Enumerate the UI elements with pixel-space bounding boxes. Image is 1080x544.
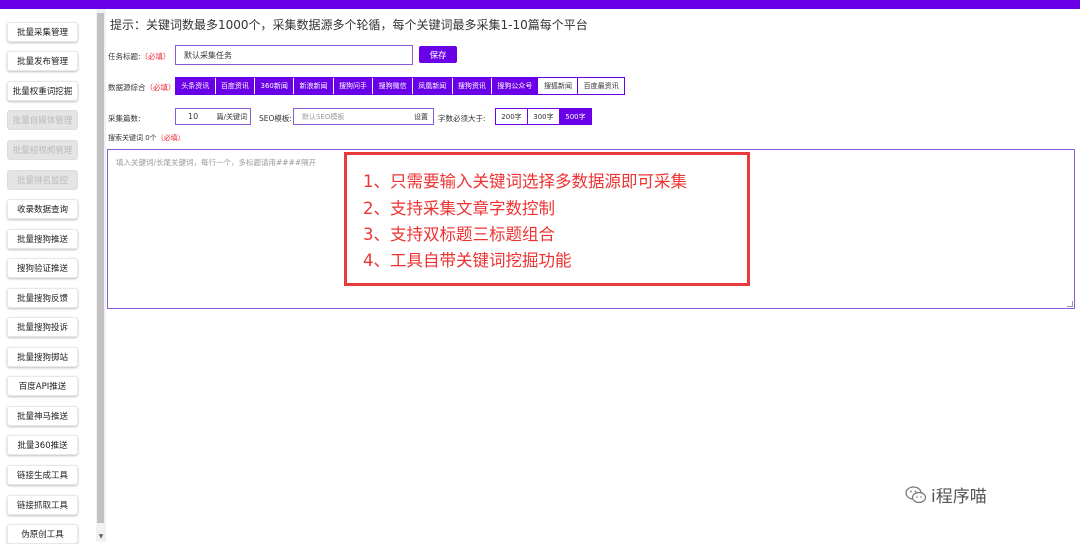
- callout-line-3: 3、支持双标题三标题组合: [363, 225, 555, 244]
- source-ifeng[interactable]: 凤凰新闻: [412, 78, 453, 94]
- source-sogou-news[interactable]: 搜狗资讯: [452, 78, 493, 94]
- word-count-group: 200字 300字 500字: [495, 108, 592, 125]
- collect-count-value: 10: [188, 112, 199, 121]
- sidebar-item-batch-publish[interactable]: 批量发布管理: [7, 51, 78, 71]
- sidebar-item-sogou-site[interactable]: 批量搜狗掷站: [7, 347, 78, 367]
- word-count-200[interactable]: 200字: [496, 109, 528, 124]
- collect-count-label: 采集篇数:: [108, 114, 141, 123]
- sidebar-item-sogou-feedback[interactable]: 批量搜狗反馈: [7, 288, 78, 308]
- callout-line-1: 1、只需要输入关键词选择多数据源即可采集: [363, 172, 687, 191]
- sidebar-item-sogou-complaint[interactable]: 批量搜狗投诉: [7, 317, 78, 337]
- tip-text: 提示：关键词数最多1000个，采集数据源多个轮循，每个关键词最多采集1-10篇每…: [110, 18, 588, 32]
- main-panel: 提示：关键词数最多1000个，采集数据源多个轮循，每个关键词最多采集1-10篇每…: [106, 9, 1080, 542]
- keywords-placeholder: 填入关键词/长尾关键词，每行一个，多标题请用####隔开: [116, 158, 317, 167]
- seo-template-label: SEO模板:: [259, 114, 292, 123]
- sidebar-item-sogou-verify[interactable]: 搜狗验证推送: [7, 258, 78, 278]
- data-source-group: 头条资讯 百度资讯 360新闻 新浪新闻 搜狗问手 搜狗微信 凤凰新闻 搜狗资讯…: [175, 77, 625, 95]
- source-sogou-gzh[interactable]: 搜狗公众号: [492, 78, 539, 94]
- sidebar-item-weight-keyword[interactable]: 批量权重词挖掘: [7, 81, 78, 101]
- sidebar-item-link-generate[interactable]: 链接生成工具: [7, 465, 78, 485]
- sidebar-item-sogou-push[interactable]: 批量搜狗推送: [7, 229, 78, 249]
- sidebar-item-rank-monitor[interactable]: 批量排名监控: [7, 170, 78, 190]
- watermark: i程序喵: [905, 482, 987, 507]
- source-toutiao[interactable]: 头条资讯: [176, 78, 216, 94]
- source-360[interactable]: 360新闻: [255, 78, 295, 94]
- scrollbar-thumb[interactable]: [97, 13, 104, 523]
- sidebar-item-link-crawl[interactable]: 链接抓取工具: [7, 495, 78, 515]
- source-baidu-latest[interactable]: 百度最资讯: [578, 78, 624, 94]
- source-sohu[interactable]: 搜狐新闻: [538, 78, 579, 94]
- sidebar-item-short-video[interactable]: 批量短视频管理: [7, 140, 78, 160]
- source-baidu[interactable]: 百度资讯: [215, 78, 256, 94]
- watermark-text: i程序喵: [931, 487, 987, 507]
- callout-line-4: 4、工具自带关键词挖掘功能: [363, 251, 572, 270]
- wechat-icon: [905, 485, 927, 503]
- top-bar: [0, 0, 1080, 9]
- word-count-300[interactable]: 300字: [527, 109, 560, 124]
- sidebar-item-pseudo-original[interactable]: 伪原创工具: [7, 524, 78, 544]
- keywords-label: 搜索关键词 0个（必填）: [108, 134, 185, 142]
- task-title-label: 任务标题:（必填）: [108, 52, 171, 61]
- source-sogou-weixin[interactable]: 搜狗微信: [373, 78, 413, 94]
- sidebar-scrollbar[interactable]: ▼: [96, 9, 106, 542]
- sidebar-item-media[interactable]: 批量自媒体管理: [7, 110, 78, 130]
- save-button[interactable]: 保存: [419, 46, 457, 63]
- sidebar-item-shenma-push[interactable]: 批量神马推送: [7, 406, 78, 426]
- resize-handle[interactable]: [1067, 301, 1073, 307]
- sidebar: 批量采集管理 批量发布管理 批量权重词挖掘 批量自媒体管理 批量短视频管理 批量…: [0, 9, 96, 544]
- word-count-label: 字数必须大于:: [438, 114, 486, 123]
- sidebar-item-batch-collect[interactable]: 批量采集管理: [7, 22, 78, 42]
- data-source-label: 数据源综合（必填）: [108, 83, 176, 92]
- seo-template-input[interactable]: 默认SEO模板 设置: [293, 108, 434, 125]
- feature-callout: 1、只需要输入关键词选择多数据源即可采集 2、支持采集文章字数控制 3、支持双标…: [344, 152, 750, 286]
- collect-count-unit: 篇/关键词: [216, 112, 247, 121]
- source-sogou-wenshou[interactable]: 搜狗问手: [333, 78, 374, 94]
- scroll-down-icon[interactable]: ▼: [97, 533, 105, 541]
- word-count-500[interactable]: 500字: [559, 109, 591, 124]
- sidebar-item-360-push[interactable]: 批量360推送: [7, 435, 78, 455]
- task-title-input[interactable]: 默认采集任务: [175, 45, 413, 65]
- sidebar-item-baidu-api[interactable]: 百度API推送: [7, 376, 78, 396]
- seo-template-placeholder: 默认SEO模板: [302, 112, 345, 121]
- collect-count-input[interactable]: 10 篇/关键词: [175, 108, 251, 125]
- source-sina[interactable]: 新浪新闻: [294, 78, 334, 94]
- seo-set-button[interactable]: 设置: [414, 112, 428, 122]
- callout-line-2: 2、支持采集文章字数控制: [363, 199, 555, 218]
- sidebar-item-index-query[interactable]: 收录数据查询: [7, 199, 78, 219]
